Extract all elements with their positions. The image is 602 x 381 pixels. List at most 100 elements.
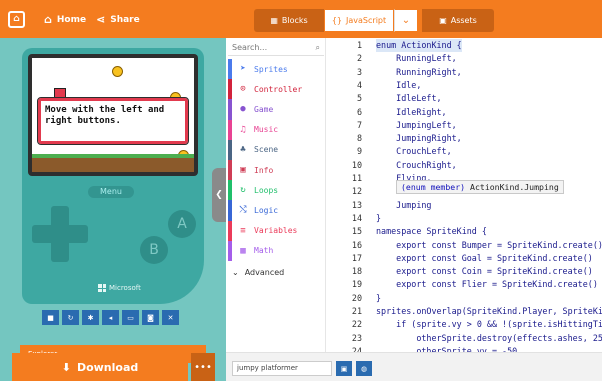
category-icon: ♣ bbox=[240, 144, 246, 155]
coin-sprite bbox=[112, 66, 123, 77]
category-loops[interactable]: ↻ Loops bbox=[228, 180, 325, 201]
line-number: 10 bbox=[351, 159, 362, 170]
code-line[interactable]: namespace SpriteKind { bbox=[376, 225, 487, 238]
category-sprites[interactable]: ➤ Sprites bbox=[228, 59, 325, 80]
blocks-icon: ▦ bbox=[270, 16, 278, 25]
code-line[interactable]: } bbox=[376, 212, 381, 225]
category-scene[interactable]: ♣ Scene bbox=[228, 139, 325, 160]
code-line[interactable]: Idle, bbox=[376, 79, 421, 92]
download-button[interactable]: ⬇ Download bbox=[12, 353, 188, 381]
line-number: 24 bbox=[351, 345, 362, 352]
stop-button[interactable]: ■ bbox=[42, 310, 59, 325]
code-line[interactable]: JumpingRight, bbox=[376, 132, 462, 145]
tooltip-kind: (enum member) bbox=[401, 182, 466, 192]
search-icon: ⌕ bbox=[315, 43, 320, 52]
category-music[interactable]: ♫ Music bbox=[228, 119, 325, 140]
category-label: Variables bbox=[254, 226, 298, 236]
assets-tab[interactable]: ▣ Assets bbox=[422, 9, 494, 32]
a-button[interactable]: A bbox=[168, 210, 196, 238]
category-controller[interactable]: ⊙ Controller bbox=[228, 79, 325, 100]
project-name-input[interactable]: jumpy platformer bbox=[232, 361, 332, 376]
code-line[interactable]: otherSprite.vy = -50 bbox=[376, 345, 517, 352]
code-line[interactable]: IdleLeft, bbox=[376, 92, 441, 105]
share-button[interactable]: ⋖ Share bbox=[96, 13, 140, 26]
github-button[interactable]: ◍ bbox=[356, 361, 372, 376]
brand-label: Microsoft bbox=[109, 284, 141, 292]
advanced-label: Advanced bbox=[244, 268, 285, 277]
category-icon: ≡ bbox=[240, 225, 246, 236]
code-line[interactable]: CrouchRight, bbox=[376, 159, 457, 172]
category-logic[interactable]: ⤭ Logic bbox=[228, 200, 325, 221]
line-number: 4 bbox=[356, 79, 362, 90]
fullscreen-button[interactable]: ✕ bbox=[162, 310, 179, 325]
save-button[interactable]: ▣ bbox=[336, 361, 352, 376]
line-number: 19 bbox=[351, 279, 362, 290]
language-dropdown-button[interactable]: ⌄ bbox=[394, 9, 418, 32]
game-screen[interactable]: Move with the left and right buttons. bbox=[32, 58, 194, 172]
debug-button[interactable]: ✱ bbox=[82, 310, 99, 325]
chevron-down-icon: ⌄ bbox=[401, 15, 411, 26]
camera-icon: ◙ bbox=[147, 313, 154, 322]
restart-icon: ↻ bbox=[67, 313, 74, 322]
game-console: Move with the left and right buttons. Me… bbox=[22, 48, 204, 304]
code-line[interactable]: export const Coin = SpriteKind.create() bbox=[376, 265, 593, 278]
category-label: Music bbox=[254, 125, 279, 135]
code-line[interactable]: JumpingLeft, bbox=[376, 119, 457, 132]
category-label: Loops bbox=[254, 185, 279, 195]
code-editor[interactable]: 1 enum ActionKind {2 RunningLeft, 3 Runnin… bbox=[326, 38, 602, 352]
save-icon: ▣ bbox=[340, 364, 348, 373]
code-line[interactable]: IdleRight, bbox=[376, 106, 446, 119]
category-label: Controller bbox=[254, 84, 303, 94]
code-line[interactable]: CrouchLeft, bbox=[376, 145, 451, 158]
category-icon: ⤭ bbox=[239, 205, 247, 216]
category-label: Game bbox=[254, 104, 274, 114]
home-label: Home bbox=[56, 14, 87, 25]
code-line[interactable]: enum ActionKind { bbox=[376, 39, 462, 53]
code-line[interactable]: export const Bumper = SpriteKind.create(… bbox=[376, 239, 602, 252]
mute-button[interactable]: ◂ bbox=[102, 310, 119, 325]
keyboard-icon: ▭ bbox=[127, 313, 134, 322]
advanced-toggle[interactable]: ⌄ Advanced bbox=[232, 268, 284, 277]
category-list: ➤ Sprites ⊙ Controller ● Game ♫ Music ♣ Scene ▣ Inf… bbox=[228, 59, 325, 261]
keyboard-button[interactable]: ▭ bbox=[122, 310, 139, 325]
line-number: 14 bbox=[351, 212, 362, 223]
code-line[interactable]: Jumping bbox=[376, 199, 431, 212]
code-line[interactable]: RunningLeft, bbox=[376, 52, 457, 65]
b-button[interactable]: B bbox=[140, 236, 168, 264]
code-line[interactable]: export const Flier = SpriteKind.create() bbox=[376, 278, 598, 291]
category-game[interactable]: ● Game bbox=[228, 99, 325, 120]
category-icon: ⊙ bbox=[240, 84, 246, 95]
restart-button[interactable]: ↻ bbox=[62, 310, 79, 325]
download-more-button[interactable]: ••• bbox=[191, 353, 215, 381]
category-math[interactable]: ▦ Math bbox=[228, 240, 325, 261]
collapse-simulator-button[interactable]: ❮ bbox=[212, 168, 226, 222]
screenshot-button[interactable]: ◙ bbox=[142, 310, 159, 325]
expand-icon: ✕ bbox=[167, 313, 174, 322]
simulator-panel: Move with the left and right buttons. Me… bbox=[0, 38, 226, 381]
code-line[interactable]: if (sprite.vy > 0 && !(sprite.isHittingT… bbox=[376, 318, 602, 331]
line-number: 23 bbox=[351, 332, 362, 343]
dpad-control[interactable] bbox=[32, 206, 88, 262]
category-variables[interactable]: ≡ Variables bbox=[228, 220, 325, 241]
line-number: 9 bbox=[356, 146, 362, 157]
code-line[interactable]: export const Goal = SpriteKind.create() bbox=[376, 252, 593, 265]
javascript-tab[interactable]: {} JavaScript bbox=[324, 9, 394, 32]
dialog-box: Move with the left and right buttons. bbox=[37, 97, 189, 145]
code-line[interactable]: sprites.onOverlap(SpriteKind.Player, Spr… bbox=[376, 305, 602, 318]
code-line[interactable]: otherSprite.destroy(effects.ashes, 250) bbox=[376, 332, 602, 345]
image-icon: ▣ bbox=[439, 16, 447, 25]
category-info[interactable]: ▣ Info bbox=[228, 159, 325, 181]
microsoft-logo: Microsoft bbox=[98, 284, 141, 292]
category-label: Logic bbox=[254, 205, 279, 215]
menu-button[interactable]: Menu bbox=[88, 186, 134, 198]
toolbox-search-input[interactable]: Search... ⌕ bbox=[228, 40, 324, 56]
simulator-toolbar: ■ ↻ ✱ ◂ ▭ ◙ ✕ bbox=[42, 310, 179, 325]
dpad-horizontal[interactable] bbox=[32, 225, 88, 243]
home-button[interactable]: ⌂ Home bbox=[44, 13, 86, 26]
makecode-logo-icon[interactable]: ⌂ bbox=[8, 11, 25, 28]
blocks-tab[interactable]: ▦ Blocks bbox=[254, 9, 324, 32]
code-line[interactable]: RunningRight, bbox=[376, 66, 462, 79]
code-line[interactable]: } bbox=[376, 292, 381, 305]
share-icon: ⋖ bbox=[96, 13, 106, 26]
line-number: 16 bbox=[351, 239, 362, 250]
